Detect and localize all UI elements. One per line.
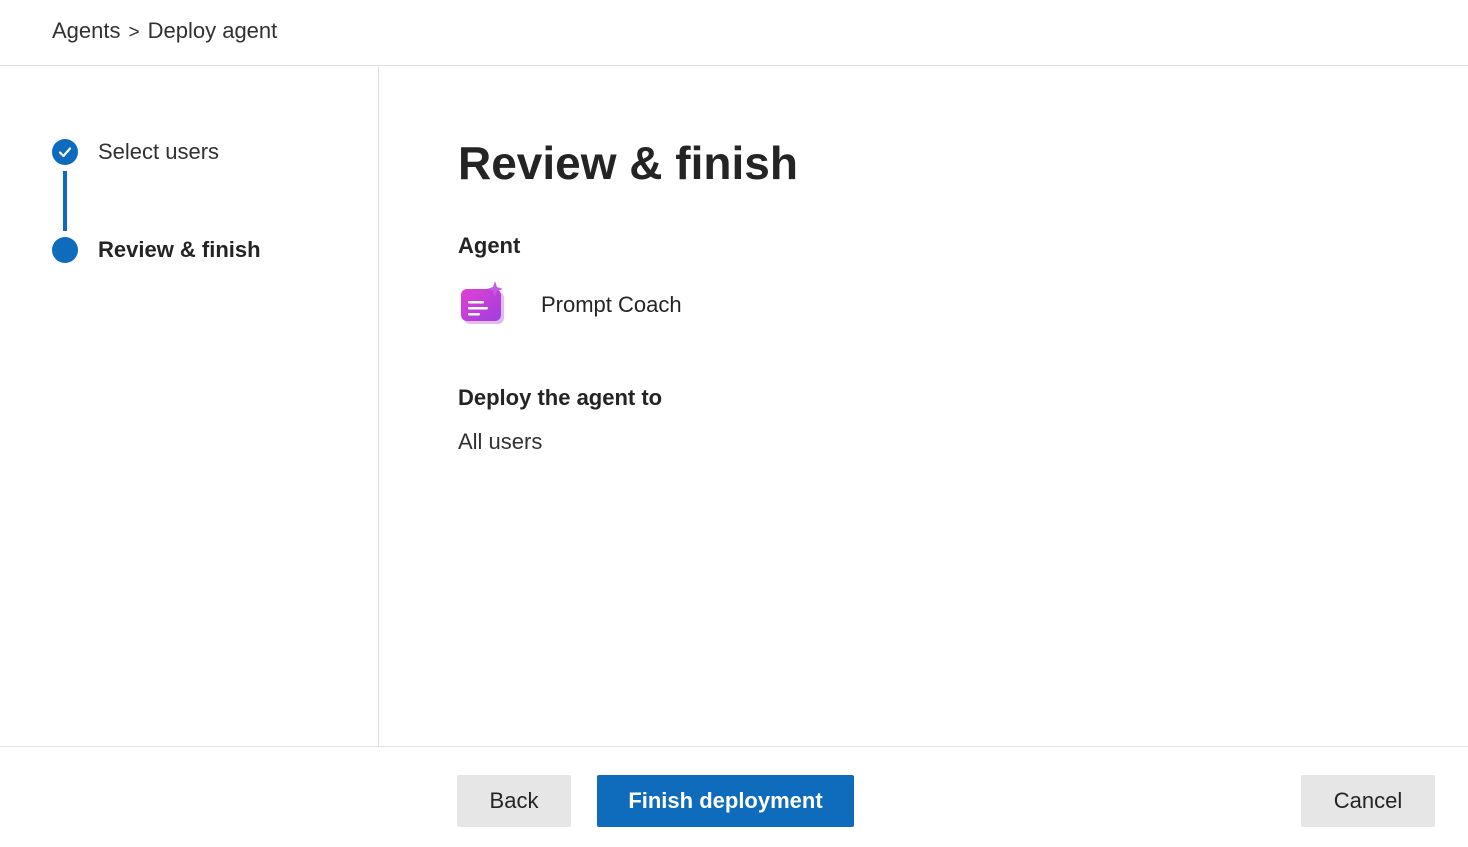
step-label-select-users: Select users <box>98 139 220 164</box>
agent-section-label: Agent <box>458 233 521 258</box>
prompt-coach-agent-icon <box>458 279 506 332</box>
deploy-target-value: All users <box>458 429 543 454</box>
current-step-dot-icon <box>52 237 78 263</box>
step-connector-line <box>63 171 67 231</box>
back-button[interactable]: Back <box>457 775 571 827</box>
page-header: Agents > Deploy agent <box>0 0 1468 66</box>
finish-deployment-button[interactable]: Finish deployment <box>597 775 854 827</box>
step-review-finish[interactable]: Review & finish <box>52 237 261 263</box>
page-title: Review & finish <box>458 137 798 189</box>
agent-row: Prompt Coach <box>458 280 682 330</box>
agent-name: Prompt Coach <box>541 292 682 317</box>
checkmark-icon <box>52 139 78 165</box>
cancel-button[interactable]: Cancel <box>1301 775 1435 827</box>
breadcrumb-agents-link[interactable]: Agents <box>52 18 121 43</box>
deploy-section-label: Deploy the agent to <box>458 385 663 410</box>
step-label-review-finish: Review & finish <box>98 237 261 262</box>
wizard-steps-sidebar: Select users Review & finish <box>0 66 379 746</box>
footer-actions: Back Finish deployment Cancel <box>0 746 1468 847</box>
step-select-users[interactable]: Select users <box>52 139 219 165</box>
breadcrumb: Agents > Deploy agent <box>52 18 277 44</box>
breadcrumb-separator: > <box>128 22 140 43</box>
breadcrumb-current: Deploy agent <box>147 18 278 43</box>
